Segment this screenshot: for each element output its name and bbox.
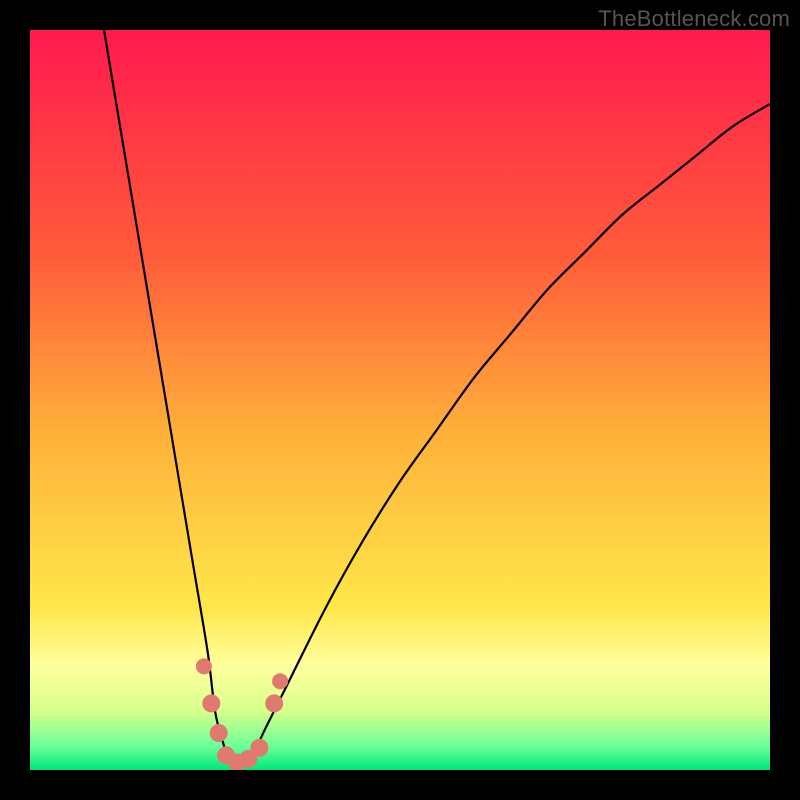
- data-marker: [202, 694, 220, 712]
- data-marker: [196, 658, 212, 674]
- data-marker: [250, 739, 268, 757]
- data-marker: [272, 673, 288, 689]
- plot-area: [30, 30, 770, 770]
- bottleneck-curve-layer: [30, 30, 770, 770]
- data-marker: [210, 724, 228, 742]
- watermark-text: TheBottleneck.com: [598, 6, 790, 32]
- chart-frame: TheBottleneck.com: [0, 0, 800, 800]
- data-marker: [265, 694, 283, 712]
